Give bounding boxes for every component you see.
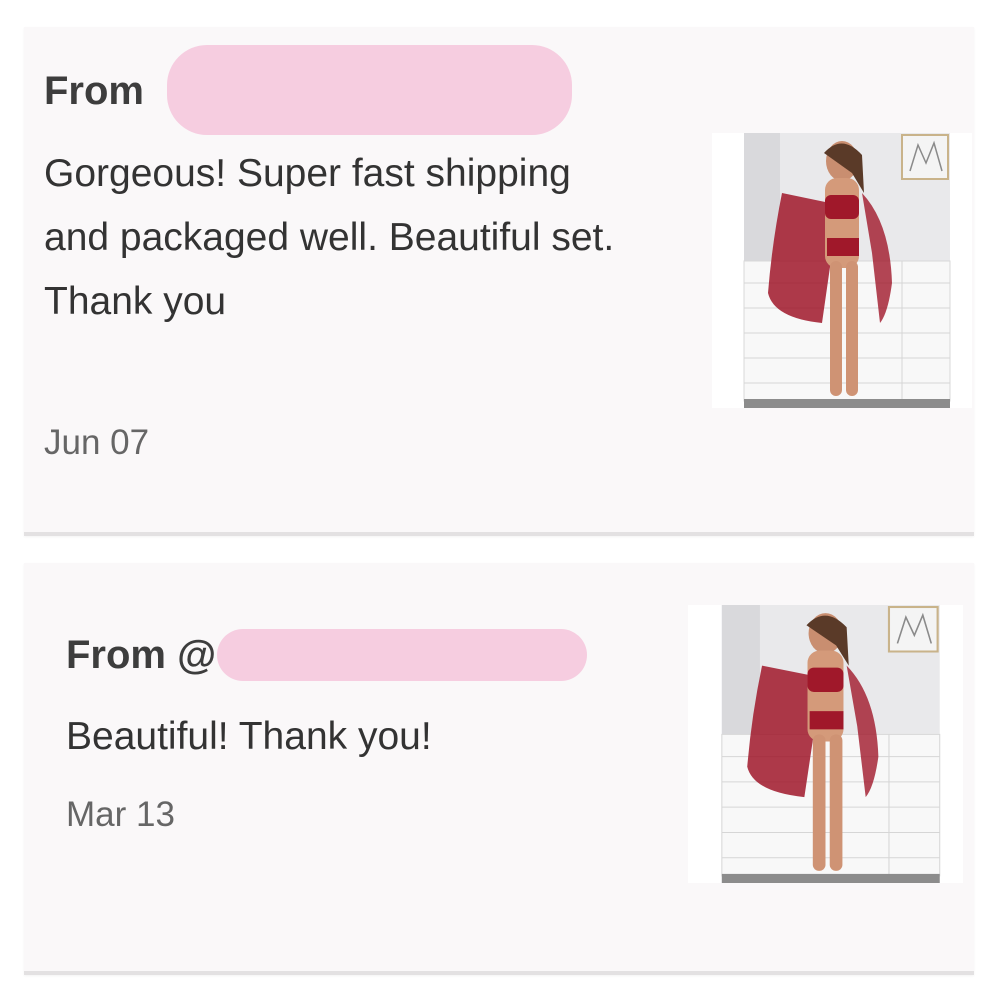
redacted-username	[167, 45, 572, 135]
review-from-label: From	[44, 69, 144, 113]
review-date: Jun 07	[44, 423, 150, 462]
review-card[interactable]: From Gorgeous! Super fast shipping and p…	[24, 27, 974, 536]
review-text: Beautiful! Thank you!	[66, 715, 432, 758]
review-from-label: From @	[66, 633, 217, 677]
review-text: Gorgeous! Super fast shipping and packag…	[44, 152, 615, 323]
product-photo-thumbnail[interactable]	[688, 605, 963, 883]
product-photo-thumbnail[interactable]	[712, 133, 972, 408]
review-card[interactable]: From @ Beautiful! Thank you! Mar 13	[24, 563, 974, 975]
product-photo-icon	[712, 133, 972, 408]
redacted-username	[217, 629, 587, 681]
review-date: Mar 13	[66, 795, 175, 834]
product-photo-icon	[688, 605, 963, 883]
